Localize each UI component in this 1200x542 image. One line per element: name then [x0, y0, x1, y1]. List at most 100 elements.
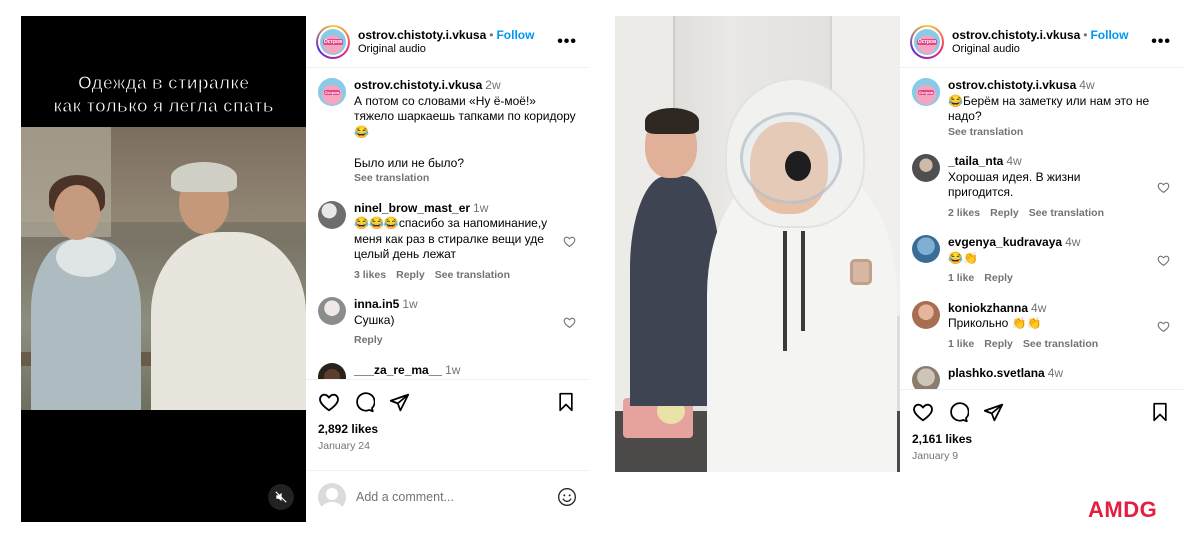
comment-likes[interactable]: 1 like [948, 272, 974, 284]
comment-text: 😂😂😂спасибо за напоминание,у меня как раз… [354, 216, 548, 261]
likes-count[interactable]: 2,892 likes [318, 422, 577, 436]
comment-username[interactable]: ___za_re_ma__ [354, 363, 442, 377]
video-frame [615, 16, 900, 472]
avatar[interactable] [912, 300, 940, 329]
separator: • [1083, 27, 1088, 42]
avatar[interactable] [912, 366, 940, 389]
heart-icon[interactable] [563, 235, 576, 248]
comment-text: Хорошая идея. В жизни пригодится. [948, 169, 1081, 200]
avatar[interactable] [318, 200, 346, 229]
share-icon[interactable] [389, 392, 410, 413]
comment-text: Сушка) [354, 312, 395, 327]
comments-list[interactable]: Остров ostrov.chistoty.i.vkusa 4w 😂Берём … [900, 68, 1183, 389]
brand-logo: AMDG [1088, 497, 1158, 522]
more-options-icon[interactable]: ••• [557, 33, 577, 51]
caption-line: как только я легла спать [53, 95, 275, 116]
emoji-icon[interactable] [557, 487, 577, 507]
comment-username[interactable]: ostrov.chistoty.i.vkusa [948, 78, 1076, 92]
video-player[interactable] [615, 16, 900, 472]
comment-likes[interactable]: 3 likes [354, 269, 386, 281]
comment-username[interactable]: ninel_brow_mast_er [354, 201, 470, 215]
post-1: Одежда в стиралке как только я легла спа… [21, 16, 589, 522]
list-item: inna.in5 1w Сушка) Reply [318, 297, 577, 349]
comment-text: А потом со словами «Ну ё-моё!» тяжело ша… [354, 93, 576, 170]
reply-button[interactable]: Reply [984, 272, 1013, 284]
list-item: plashko.svetlana 4w [912, 366, 1171, 389]
comment-time: 4w [1031, 300, 1047, 315]
comment-time: 4w [1079, 78, 1095, 92]
comment-username[interactable]: plashko.svetlana [948, 366, 1045, 380]
comment-time: 2w [485, 78, 501, 92]
caption-comment: Остров ostrov.chistoty.i.vkusa 4w 😂Берём … [912, 78, 1171, 140]
reply-button[interactable]: Reply [984, 338, 1013, 350]
reply-button[interactable]: Reply [396, 269, 425, 281]
username-link[interactable]: ostrov.chistoty.i.vkusa [952, 28, 1080, 42]
video-caption: Одежда в стиралке как только я легла спа… [21, 72, 306, 118]
bookmark-icon[interactable] [1150, 402, 1170, 422]
username-link[interactable]: ostrov.chistoty.i.vkusa [358, 28, 486, 42]
comment-username[interactable]: ostrov.chistoty.i.vkusa [354, 78, 482, 92]
see-translation-link[interactable]: See translation [948, 125, 1171, 141]
post-header: Остров ostrov.chistoty.i.vkusa • Follow Or… [900, 16, 1183, 68]
separator: • [489, 27, 494, 42]
speaker-muted-icon [275, 491, 287, 503]
comment-text: 😂Берём на заметку или нам это не надо? [948, 93, 1150, 124]
reply-button[interactable]: Reply [990, 207, 1019, 219]
list-item: _taila_nta 4w Хорошая идея. В жизни приго… [912, 154, 1171, 221]
comment-username[interactable]: evgenya_kudravaya [948, 235, 1062, 249]
see-translation-link[interactable]: See translation [1029, 207, 1104, 219]
heart-icon[interactable] [1157, 181, 1170, 194]
comment-input[interactable]: Add a comment... [356, 490, 557, 504]
share-icon[interactable] [983, 402, 1004, 423]
comment-username[interactable]: _taila_nta [948, 154, 1003, 168]
see-translation-link[interactable]: See translation [354, 171, 577, 187]
see-translation-link[interactable]: See translation [1023, 338, 1098, 350]
comment-time: 1w [473, 200, 489, 215]
avatar[interactable]: Остров [910, 24, 944, 59]
comment-icon[interactable] [354, 391, 375, 413]
follow-button[interactable]: Follow [496, 28, 534, 42]
post-2: Остров ostrov.chistoty.i.vkusa • Follow Or… [615, 16, 1183, 472]
audio-link[interactable]: Original audio [952, 42, 1151, 56]
mute-button[interactable] [268, 484, 294, 510]
heart-icon[interactable] [563, 316, 576, 329]
comment-time: 4w [1047, 366, 1064, 380]
comment-text: Прикольно 👏👏 [948, 316, 1042, 330]
more-options-icon[interactable]: ••• [1151, 33, 1171, 51]
bookmark-icon[interactable] [556, 392, 576, 412]
video-frame [21, 127, 306, 410]
video-player[interactable]: Одежда в стиралке как только я легла спа… [21, 16, 306, 522]
avatar[interactable] [318, 362, 346, 379]
add-comment-bar: Add a comment... [306, 470, 589, 522]
comment-time: 1w [445, 362, 461, 377]
heart-icon[interactable] [1157, 320, 1170, 333]
comment-time: 4w [1065, 235, 1081, 249]
comment-likes[interactable]: 2 likes [948, 207, 980, 219]
avatar[interactable]: Остров [912, 78, 940, 106]
avatar[interactable] [912, 154, 940, 182]
comments-list[interactable]: Остров ostrov.chistoty.i.vkusa 2w А потом… [306, 68, 589, 379]
avatar[interactable]: Остров [316, 24, 350, 59]
comment-username[interactable]: inna.in5 [354, 297, 399, 311]
post-panel: Остров ostrov.chistoty.i.vkusa • Follow Or… [900, 16, 1183, 472]
caption-comment: Остров ostrov.chistoty.i.vkusa 2w А потом… [318, 78, 577, 187]
comment-username[interactable]: koniokzhanna [948, 301, 1028, 315]
see-translation-link[interactable]: See translation [435, 269, 510, 281]
post-date: January 9 [912, 450, 959, 462]
likes-count[interactable]: 2,161 likes [912, 432, 1171, 446]
post-date: January 24 [318, 440, 370, 452]
reply-button[interactable]: Reply [354, 334, 383, 346]
heart-icon[interactable] [1157, 254, 1170, 267]
follow-button[interactable]: Follow [1090, 28, 1128, 42]
comment-likes[interactable]: 1 like [948, 338, 974, 350]
avatar[interactable] [318, 297, 346, 325]
like-heart-icon[interactable] [912, 401, 934, 423]
avatar[interactable]: Остров [318, 78, 346, 106]
audio-link[interactable]: Original audio [358, 42, 557, 56]
comment-icon[interactable] [948, 401, 969, 423]
like-heart-icon[interactable] [318, 391, 340, 413]
avatar[interactable] [912, 235, 940, 263]
list-item: koniokzhanna 4w Прикольно 👏👏 1 like Reply S… [912, 300, 1171, 353]
post-header: Остров ostrov.chistoty.i.vkusa • Follow Or… [306, 16, 589, 68]
post-actions: 2,161 likes January 9 [900, 389, 1183, 472]
